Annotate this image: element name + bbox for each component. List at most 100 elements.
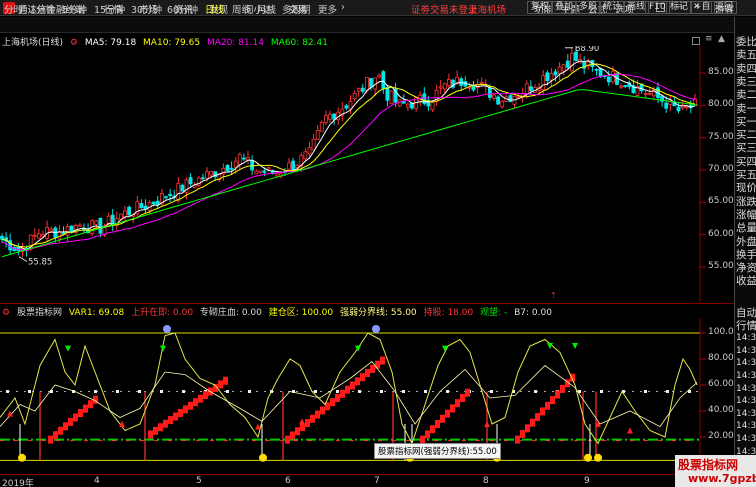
- indicator-name[interactable]: 股票指标网: [17, 308, 62, 318]
- indicator-settings-icon[interactable]: ⚙: [2, 308, 10, 318]
- candlestick-chart[interactable]: 88.90 55.85 ⇡: [0, 46, 734, 303]
- tick-time-3: 14:30: [736, 345, 756, 356]
- button-mark[interactable]: 标记: [666, 1, 693, 14]
- button-back[interactable]: 返回: [711, 1, 738, 14]
- candle-body: [65, 226, 70, 236]
- build-zone-block: [285, 435, 290, 444]
- button-stats[interactable]: 统计: [599, 1, 626, 14]
- build-zone-block: [380, 356, 385, 365]
- period-intraday[interactable]: 分时: [4, 2, 23, 16]
- candle-body: [369, 78, 373, 88]
- build-zone-block: [440, 414, 445, 423]
- candle-body: [250, 159, 255, 171]
- build-zone-block: [370, 364, 375, 373]
- build-zone-block: [460, 394, 465, 402]
- quote-field-1: 卖五: [736, 49, 756, 62]
- candle-body: [549, 73, 554, 81]
- strong-weak-dot: [490, 390, 493, 393]
- candle-body: [541, 75, 546, 90]
- candle-body: [438, 86, 443, 89]
- build-zone-block: [345, 385, 350, 394]
- buy-triangle-icon: [299, 418, 305, 425]
- buy-triangle-icon: [627, 427, 633, 434]
- period-5min[interactable]: 5分钟: [62, 2, 87, 16]
- period-weekly[interactable]: 周线: [232, 2, 251, 16]
- more-arrow-icon[interactable]: ›: [341, 2, 345, 13]
- strong-weak-dot: [402, 390, 405, 393]
- strong-weak-dot: [380, 390, 383, 393]
- candle-body: [303, 151, 308, 160]
- x-label-aug: 8: [483, 476, 489, 486]
- candle-body: [200, 177, 205, 180]
- build-zone-block: [83, 404, 88, 413]
- chart-collapse-icon[interactable]: ▲: [718, 34, 725, 44]
- candle-body: [291, 160, 296, 171]
- high-price-label: 88.90: [575, 46, 599, 54]
- candle-body: [381, 71, 386, 89]
- build-zone-block: [153, 426, 158, 435]
- period-15min[interactable]: 15分钟: [94, 2, 125, 16]
- sell-triangle-icon: [572, 343, 578, 349]
- chart-expand-icon[interactable]: [692, 37, 700, 45]
- build-zone-block: [223, 376, 228, 385]
- candle-body: [529, 86, 533, 91]
- candle-body: [246, 157, 250, 161]
- tick-time-0: 自动: [736, 307, 756, 319]
- quote-field-8: 买三: [736, 142, 756, 155]
- period-60min[interactable]: 60分钟: [167, 2, 198, 16]
- candle-body: [623, 85, 628, 87]
- candle-body: [139, 202, 144, 209]
- candle-body: [258, 170, 263, 173]
- build-zone-block: [555, 390, 560, 399]
- strong-weak-dot: [424, 390, 427, 393]
- strong-weak-dot: [138, 390, 141, 393]
- quote-field-0: 委比: [736, 36, 756, 48]
- strong-weak-dot: [226, 390, 229, 393]
- build-zone-block: [365, 369, 370, 378]
- ma5-line: [1, 60, 696, 251]
- x-label-jun: 6: [285, 476, 291, 486]
- indicator-chart[interactable]: [0, 318, 734, 474]
- indicator-header: ⚙ 股票指标网 VAR1: 69.08 上升在即: 0.00 专砌庄血: 0.0…: [2, 305, 556, 318]
- candle-body: [315, 130, 320, 140]
- low-price-label: 55.85: [28, 258, 52, 268]
- button-multi-stock[interactable]: 多股: [575, 1, 602, 14]
- candle-body: [496, 96, 501, 105]
- candle-body: [180, 184, 185, 192]
- strong-weak-dot: [534, 390, 537, 393]
- build-zone-block: [455, 399, 460, 408]
- candle-body: [0, 235, 4, 240]
- period-multi[interactable]: 多周期: [282, 2, 311, 16]
- low-pointer: [18, 256, 28, 262]
- period-daily[interactable]: 日线: [205, 2, 224, 16]
- strong-weak-dot: [644, 390, 647, 393]
- build-zone-block: [340, 389, 345, 398]
- chart-menu-icon[interactable]: ≡: [705, 34, 713, 44]
- tick-time-4: 14:30: [736, 358, 756, 369]
- build-zone-block: [375, 360, 380, 369]
- buy-triangle-icon: [484, 421, 490, 427]
- button-overlay[interactable]: 叠加: [551, 1, 578, 14]
- x-label-year: 2019年: [2, 479, 34, 487]
- candle-body: [516, 96, 521, 99]
- period-30min[interactable]: 30分钟: [131, 2, 162, 16]
- quote-field-17: 净资: [736, 262, 756, 275]
- indicator-tick-label: 80.00: [708, 353, 734, 363]
- strong-weak-dot: [160, 390, 163, 393]
- candle-body: [233, 160, 238, 168]
- tick-time-8: 14:30: [736, 408, 756, 419]
- period-monthly[interactable]: 月线: [257, 2, 276, 16]
- signal-marker-icon: ⇡: [550, 291, 557, 300]
- candle-body: [594, 68, 599, 71]
- button-adjust[interactable]: 复权: [527, 1, 554, 14]
- quote-field-3: 卖三: [736, 75, 756, 88]
- hold-value: 持股: 18.00: [423, 308, 474, 318]
- period-more[interactable]: 更多: [318, 2, 337, 16]
- candle-body: [254, 170, 259, 175]
- main-control-value: 专砌庄血: 0.00: [199, 308, 262, 318]
- candle-body: [344, 105, 349, 109]
- candle-body: [332, 113, 337, 120]
- period-1min[interactable]: 1分钟: [30, 2, 55, 16]
- build-zone-block: [290, 431, 295, 440]
- build-zone-block: [550, 396, 555, 405]
